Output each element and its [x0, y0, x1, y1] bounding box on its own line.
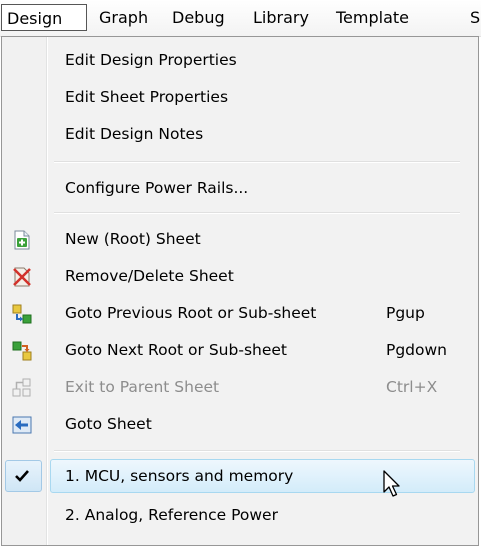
- menu-item-label: Exit to Parent Sheet: [65, 378, 220, 396]
- menu-item-goto-next-sheet[interactable]: Goto Next Root or Sub-sheet Pgdown: [2, 332, 478, 369]
- next-sheet-icon: [12, 341, 32, 361]
- menu-graph[interactable]: Graph: [99, 4, 148, 31]
- mouse-cursor-icon: [383, 470, 400, 497]
- menu-item-configure-power-rails[interactable]: Configure Power Rails...: [2, 170, 478, 207]
- menu-item-shortcut: Pgup: [386, 304, 425, 322]
- menu-library[interactable]: Library: [253, 4, 309, 31]
- menu-separator: [54, 212, 460, 214]
- menu-item-label: Goto Sheet: [65, 415, 152, 433]
- menu-item-remove-delete-sheet[interactable]: Remove/Delete Sheet: [2, 258, 478, 295]
- parent-sheet-icon: [12, 378, 32, 398]
- delete-sheet-icon: [12, 267, 32, 287]
- menu-item-shortcut: Ctrl+X: [386, 378, 438, 396]
- menu-debug[interactable]: Debug: [172, 4, 225, 31]
- menu-item-edit-design-properties[interactable]: Edit Design Properties: [2, 42, 478, 79]
- menu-item-label: Goto Previous Root or Sub-sheet: [65, 304, 317, 322]
- previous-sheet-icon: [12, 304, 32, 324]
- menu-design[interactable]: Design: [1, 4, 87, 31]
- menu-item-edit-design-notes[interactable]: Edit Design Notes: [2, 116, 478, 153]
- goto-sheet-icon: [12, 415, 32, 435]
- menu-item-label: Configure Power Rails...: [65, 179, 249, 197]
- menu-separator: [54, 161, 460, 163]
- menu-item-label: New (Root) Sheet: [65, 230, 201, 248]
- menu-separator: [54, 450, 460, 452]
- menu-item-goto-previous-sheet[interactable]: Goto Previous Root or Sub-sheet Pgup: [2, 295, 478, 332]
- menu-item-label: Remove/Delete Sheet: [65, 267, 234, 285]
- menu-item-label: Edit Design Notes: [65, 125, 204, 143]
- menu-item-sheet-1[interactable]: 1. MCU, sensors and memory: [2, 458, 478, 495]
- menu-item-label: 1. MCU, sensors and memory: [65, 467, 294, 485]
- menu-item-label: Edit Design Properties: [65, 51, 237, 69]
- new-sheet-icon: [12, 230, 32, 250]
- menu-template[interactable]: Template: [336, 4, 409, 31]
- menu-item-exit-to-parent-sheet[interactable]: Exit to Parent Sheet Ctrl+X: [2, 369, 478, 406]
- menu-item-goto-sheet[interactable]: Goto Sheet: [2, 406, 478, 443]
- menu-item-shortcut: Pgdown: [386, 341, 448, 359]
- design-dropdown-menu: Edit Design Properties Edit Sheet Proper…: [1, 36, 479, 546]
- checkmark-icon: [14, 468, 30, 484]
- menu-item-label: Edit Sheet Properties: [65, 88, 229, 106]
- menu-item-edit-sheet-properties[interactable]: Edit Sheet Properties: [2, 79, 478, 116]
- menu-item-label: 2. Analog, Reference Power: [65, 506, 278, 524]
- menu-item-new-root-sheet[interactable]: New (Root) Sheet: [2, 221, 478, 258]
- menu-item-sheet-2[interactable]: 2. Analog, Reference Power: [2, 497, 478, 534]
- menu-item-label: Goto Next Root or Sub-sheet: [65, 341, 287, 359]
- menu-bar: Design Graph Debug Library Template S: [0, 0, 481, 37]
- menu-overflow[interactable]: S: [470, 4, 480, 31]
